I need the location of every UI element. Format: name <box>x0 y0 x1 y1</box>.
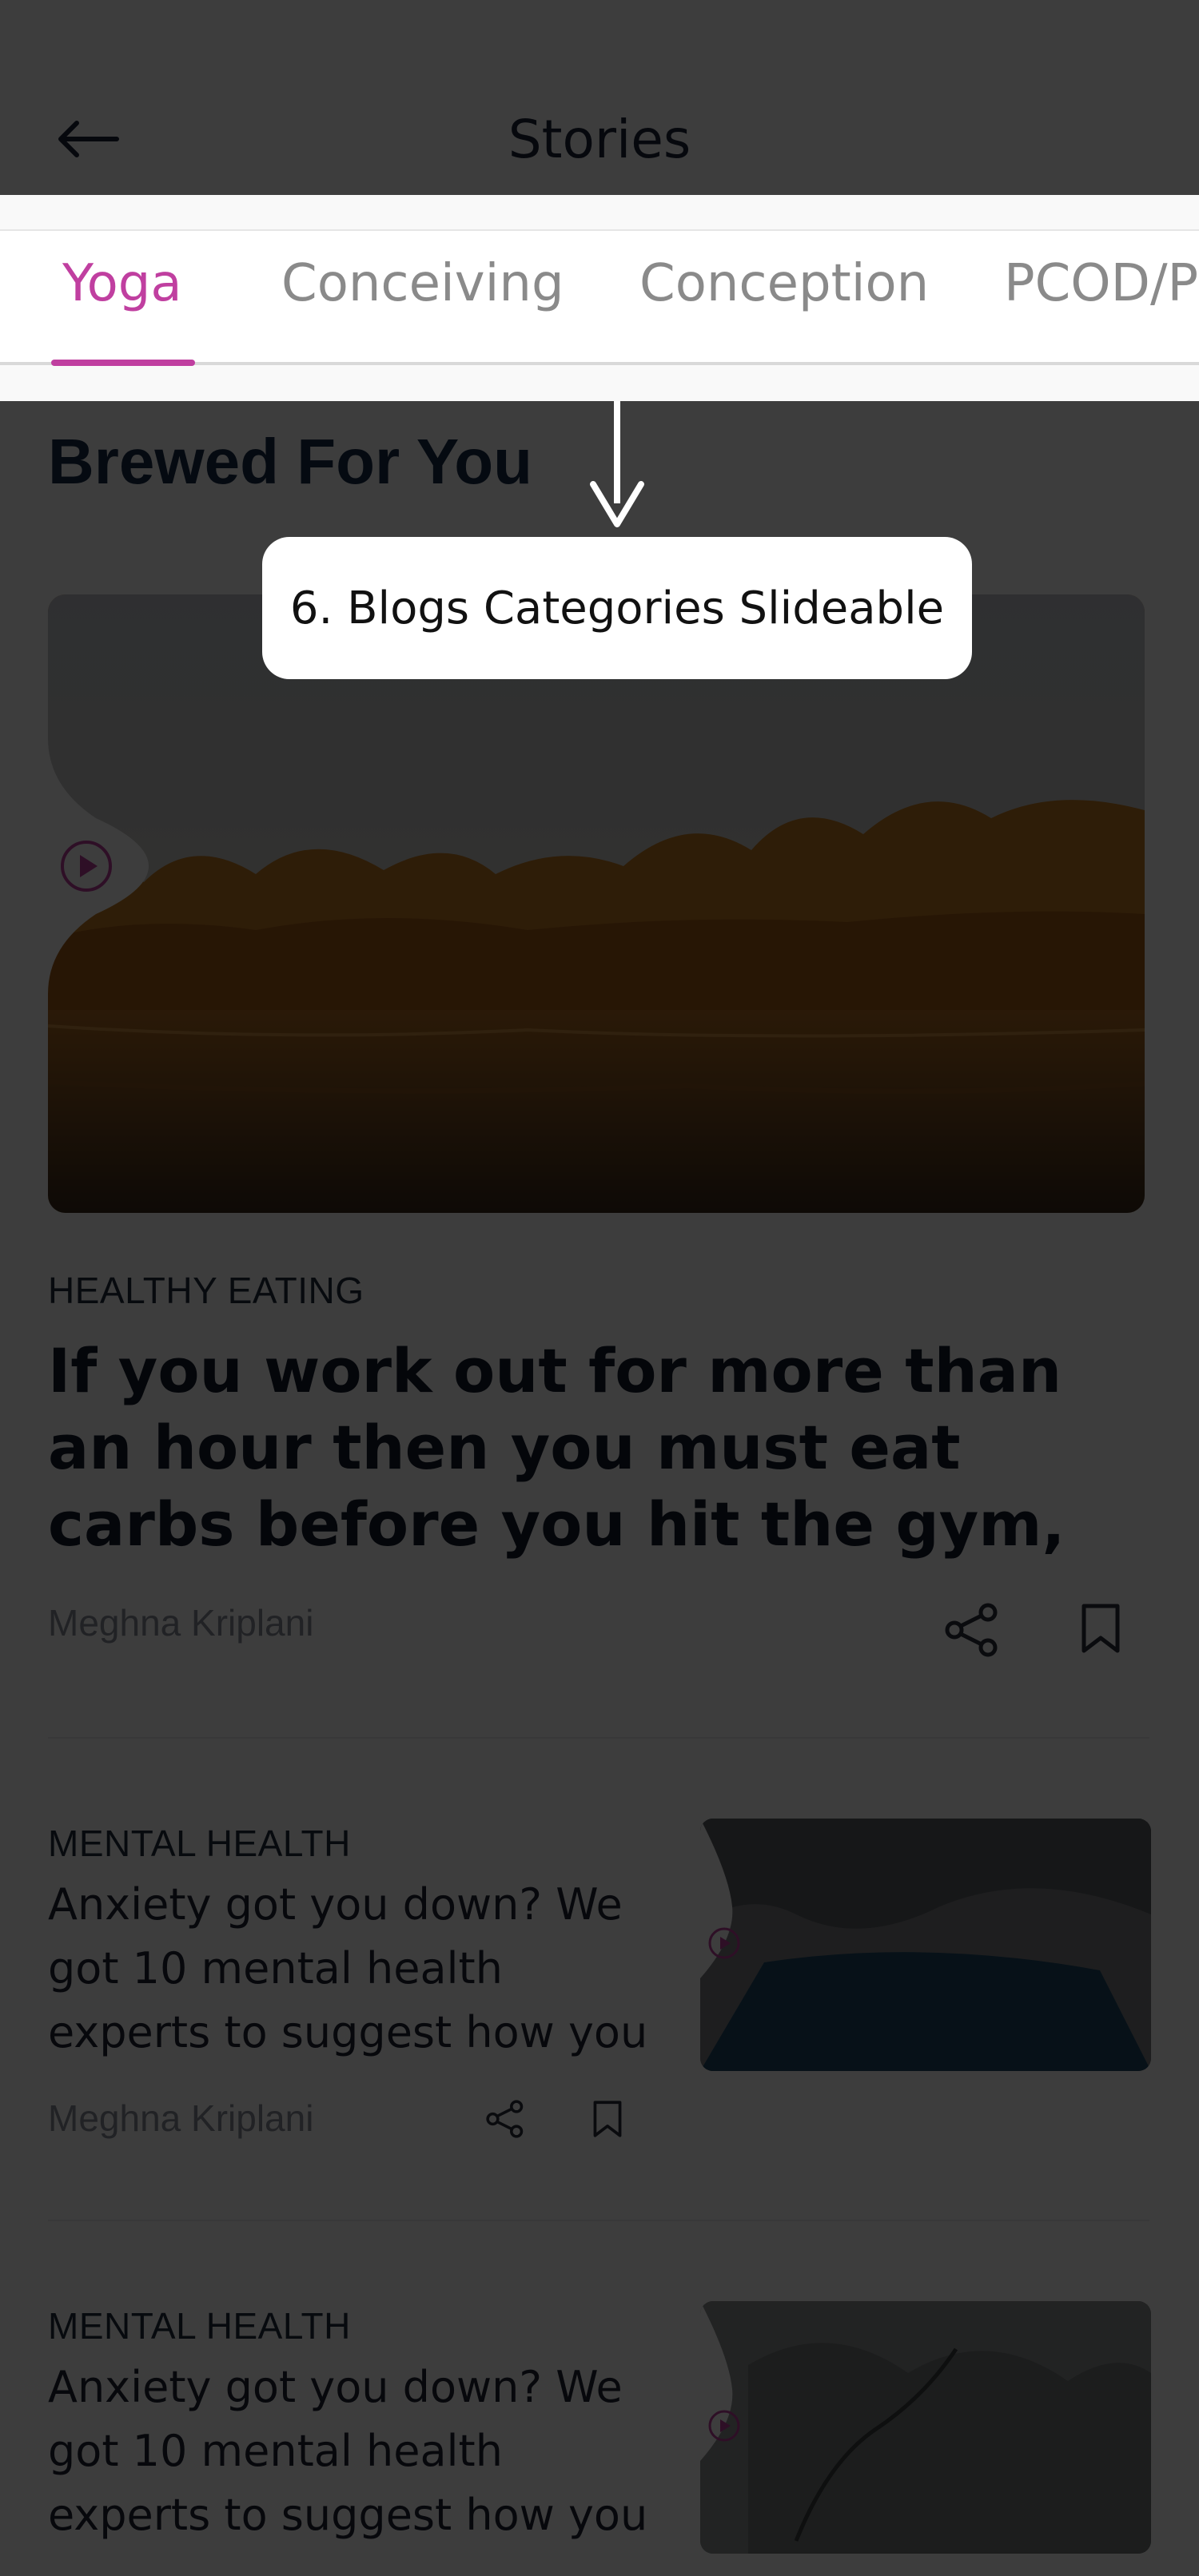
article-thumbnail[interactable] <box>700 1819 1151 2071</box>
featured-image[interactable] <box>48 594 1145 1213</box>
article-bookmark-button[interactable] <box>592 2100 623 2142</box>
article-category: MENTAL HEALTH <box>48 2305 351 2347</box>
coachmark-tooltip[interactable]: 6. Blogs Categories Slideable <box>262 537 972 679</box>
article-share-button[interactable] <box>484 2100 526 2142</box>
play-icon <box>48 738 149 994</box>
featured-share-button[interactable] <box>943 1603 1001 1661</box>
tab-conceiving[interactable]: Conceiving <box>281 254 564 313</box>
article-author: Meghna Kriplani <box>48 2097 314 2139</box>
tab-pcod[interactable]: PCOD/P <box>1004 254 1198 313</box>
app-header: Stories <box>0 0 1199 195</box>
share-icon <box>945 1603 998 1657</box>
featured-category: HEALTHY EATING <box>48 1270 364 1311</box>
article-thumbnail[interactable] <box>700 2301 1151 2554</box>
tab-conception[interactable]: Conception <box>639 254 929 313</box>
category-tabs[interactable]: Yoga Conceiving Conception PCOD/P <box>0 195 1199 401</box>
article-category: MENTAL HEALTH <box>48 1823 351 1864</box>
arrow-down-icon <box>590 481 644 527</box>
divider <box>48 1737 1149 1739</box>
article-title[interactable]: Anxiety got you down? We got 10 mental h… <box>48 1873 655 2065</box>
bookmark-icon <box>1081 1604 1120 1653</box>
featured-bookmark-button[interactable] <box>1079 1603 1122 1658</box>
divider <box>48 2220 1149 2221</box>
share-icon <box>486 2100 524 2138</box>
foliage-image <box>700 2301 1151 2554</box>
cave-image <box>700 1819 1151 2071</box>
active-tab-indicator <box>51 360 195 366</box>
featured-title[interactable]: If you work out for more than an hour th… <box>48 1333 1087 1563</box>
page-title: Stories <box>508 109 691 170</box>
section-title: Brewed For You <box>48 426 533 497</box>
bookmark-icon <box>593 2101 622 2137</box>
landscape-image <box>48 594 1145 1213</box>
tab-yoga[interactable]: Yoga <box>62 254 182 313</box>
tooltip-text: 6. Blogs Categories Slideable <box>289 582 945 634</box>
featured-author: Meghna Kriplani <box>48 1602 314 1644</box>
article-title[interactable]: Anxiety got you down? We got 10 mental h… <box>48 2355 655 2547</box>
